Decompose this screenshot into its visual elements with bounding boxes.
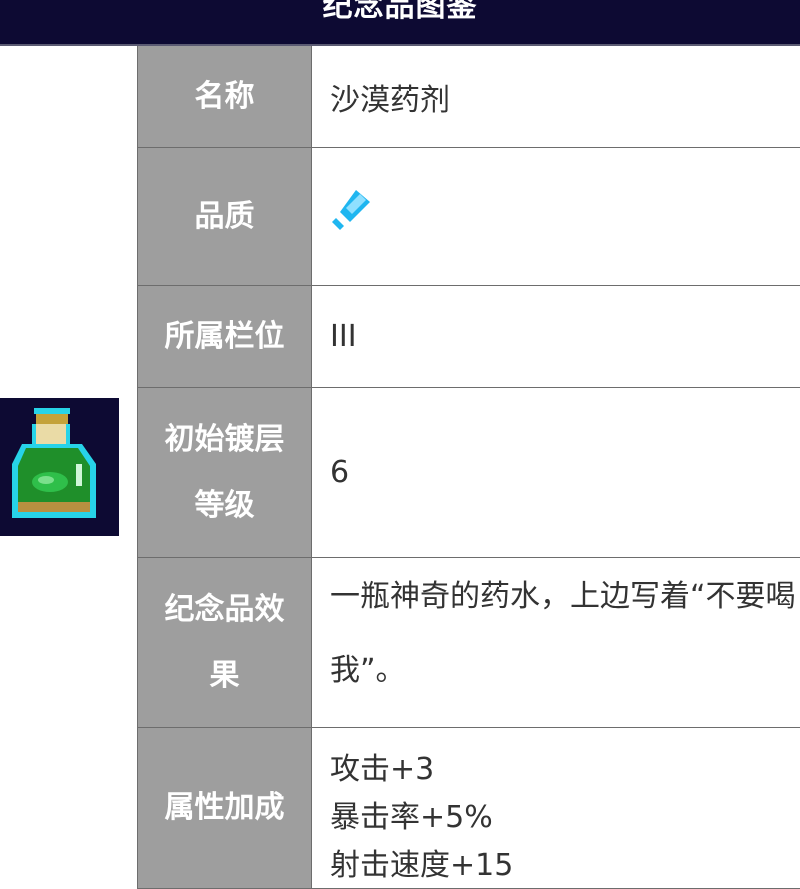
item-icon-cell	[0, 398, 119, 536]
table-row: 纪念品效果 一瓶神奇的药水，上边写着“不要喝我”。	[137, 558, 800, 728]
table-row: 名称 沙漠药剂	[137, 46, 800, 148]
page-title: 纪念品图鉴	[322, 0, 478, 24]
row-label-quality: 品质	[137, 148, 312, 285]
attribute-table: 名称 沙漠药剂 品质 所属栏位 III 初始镀层等级 6 纪念品效果 一瓶神奇的…	[137, 46, 800, 889]
row-label-plating-level: 初始镀层等级	[137, 388, 312, 557]
page-header: 纪念品图鉴	[0, 0, 800, 46]
row-label-effect: 纪念品效果	[137, 558, 312, 727]
stat-crit-rate: 暴击率+5%	[330, 800, 493, 835]
blue-quality-gem-icon	[332, 189, 370, 230]
table-row: 初始镀层等级 6	[137, 388, 800, 558]
row-value-name: 沙漠药剂	[330, 82, 450, 118]
row-value-effect: 一瓶神奇的药水，上边写着“不要喝我”。	[330, 579, 796, 688]
row-label-name: 名称	[137, 46, 312, 147]
row-label-slot: 所属栏位	[137, 286, 312, 387]
table-row: 所属栏位 III	[137, 286, 800, 388]
row-value-plating-level: 6	[330, 455, 350, 490]
stat-attack: 攻击+3	[330, 752, 435, 787]
row-value-quality	[312, 148, 800, 285]
row-label-bonus: 属性加成	[137, 728, 312, 888]
row-value-bonus: 攻击+3 暴击率+5% 射击速度+15	[312, 728, 800, 888]
green-potion-bottle-icon	[12, 408, 96, 518]
row-value-slot: III	[330, 319, 357, 354]
stat-fire-rate: 射击速度+15	[330, 848, 514, 883]
table-row: 属性加成 攻击+3 暴击率+5% 射击速度+15	[137, 728, 800, 889]
table-row: 品质	[137, 148, 800, 286]
